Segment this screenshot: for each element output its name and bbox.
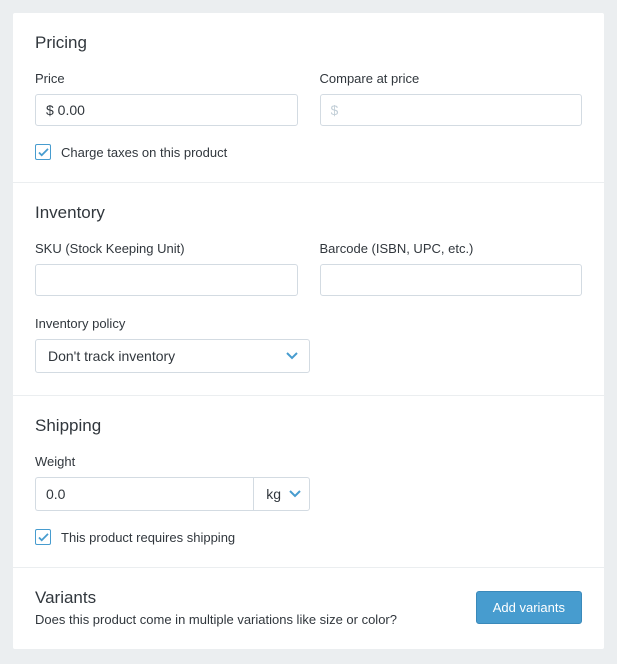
inventory-row: SKU (Stock Keeping Unit) Barcode (ISBN, … bbox=[35, 241, 582, 296]
inventory-policy-value: Don't track inventory bbox=[36, 348, 275, 364]
weight-unit-select[interactable]: kg bbox=[253, 477, 310, 511]
product-form-card: Pricing Price Compare at price Charge ta… bbox=[12, 12, 605, 650]
variants-text: Variants Does this product come in multi… bbox=[35, 588, 397, 627]
chevron-down-icon bbox=[289, 490, 301, 498]
variants-section: Variants Does this product come in multi… bbox=[13, 568, 604, 649]
shipping-section: Shipping Weight kg This product requires… bbox=[13, 396, 604, 568]
variants-description: Does this product come in multiple varia… bbox=[35, 612, 397, 627]
chevron-down-icon bbox=[275, 352, 309, 360]
weight-input[interactable] bbox=[35, 477, 253, 511]
price-field: Price bbox=[35, 71, 298, 126]
requires-shipping-label: This product requires shipping bbox=[61, 530, 235, 545]
check-icon bbox=[38, 533, 49, 542]
price-input[interactable] bbox=[35, 94, 298, 126]
weight-input-group: kg bbox=[35, 477, 310, 511]
check-icon bbox=[38, 148, 49, 157]
barcode-label: Barcode (ISBN, UPC, etc.) bbox=[320, 241, 583, 256]
variants-title: Variants bbox=[35, 588, 397, 608]
sku-field: SKU (Stock Keeping Unit) bbox=[35, 241, 298, 296]
weight-unit-value: kg bbox=[266, 486, 281, 502]
shipping-checkbox-row: This product requires shipping bbox=[35, 529, 582, 545]
barcode-input[interactable] bbox=[320, 264, 583, 296]
inventory-section: Inventory SKU (Stock Keeping Unit) Barco… bbox=[13, 183, 604, 396]
requires-shipping-checkbox[interactable] bbox=[35, 529, 51, 545]
weight-label: Weight bbox=[35, 454, 582, 469]
add-variants-button[interactable]: Add variants bbox=[476, 591, 582, 624]
inventory-policy-select[interactable]: Don't track inventory bbox=[35, 339, 310, 373]
inventory-policy-label: Inventory policy bbox=[35, 316, 297, 331]
pricing-row: Price Compare at price bbox=[35, 71, 582, 126]
tax-checkbox-row: Charge taxes on this product bbox=[35, 144, 582, 160]
barcode-field: Barcode (ISBN, UPC, etc.) bbox=[320, 241, 583, 296]
weight-field: Weight kg bbox=[35, 454, 582, 511]
inventory-title: Inventory bbox=[35, 203, 582, 223]
price-label: Price bbox=[35, 71, 298, 86]
inventory-policy-field: Inventory policy Don't track inventory bbox=[35, 316, 297, 373]
compare-price-field: Compare at price bbox=[320, 71, 583, 126]
compare-price-input[interactable] bbox=[320, 94, 583, 126]
tax-checkbox-label: Charge taxes on this product bbox=[61, 145, 227, 160]
sku-input[interactable] bbox=[35, 264, 298, 296]
compare-price-label: Compare at price bbox=[320, 71, 583, 86]
pricing-title: Pricing bbox=[35, 33, 582, 53]
sku-label: SKU (Stock Keeping Unit) bbox=[35, 241, 298, 256]
pricing-section: Pricing Price Compare at price Charge ta… bbox=[13, 13, 604, 183]
tax-checkbox[interactable] bbox=[35, 144, 51, 160]
shipping-title: Shipping bbox=[35, 416, 582, 436]
